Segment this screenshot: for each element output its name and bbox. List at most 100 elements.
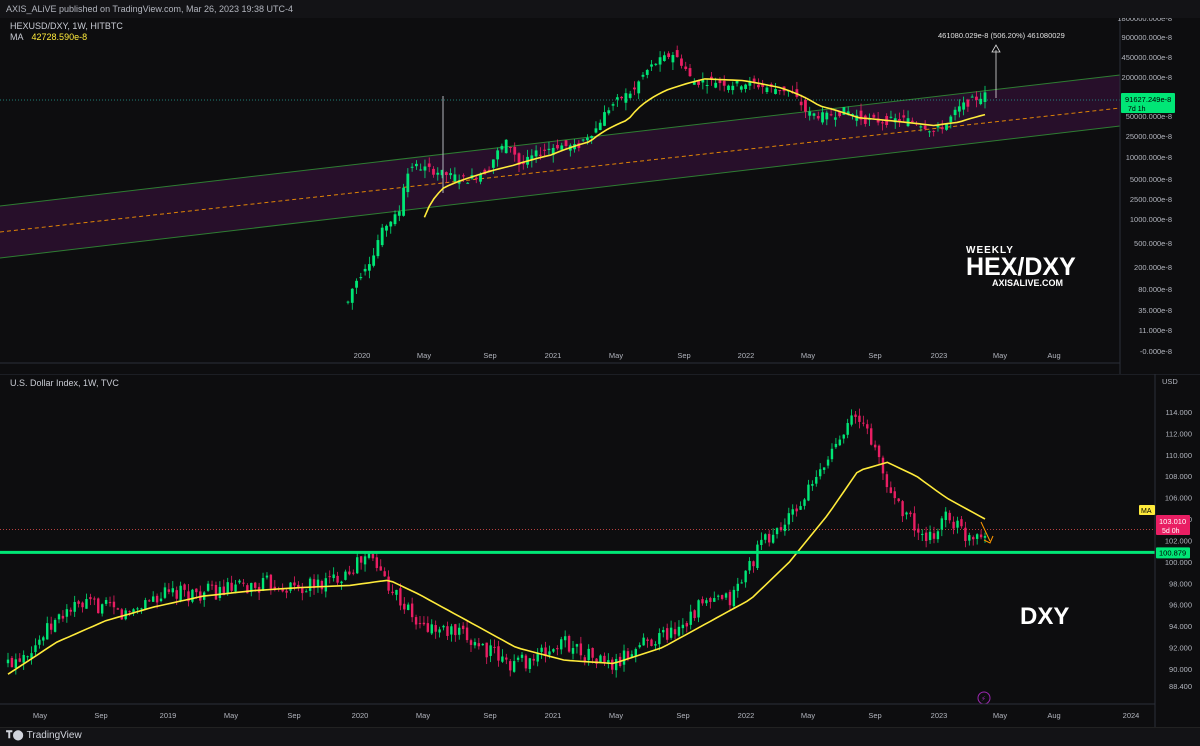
candle-body [889,487,893,494]
candle-body [383,571,386,577]
candle-body [14,659,18,668]
candle-body [964,527,967,541]
candle-body [469,640,473,645]
candle-body [53,619,57,632]
candle-body [340,581,343,584]
candle-body [611,104,615,106]
candle-body [57,614,61,620]
candle-body [528,658,532,669]
candle-body [966,99,970,107]
candle-body [688,68,692,77]
top-y-tick: 1800000.000e-8 [1117,18,1172,23]
candle-body [901,501,904,517]
candle-body [34,645,37,652]
candle-body [512,661,516,672]
candle-body [872,114,876,118]
candle-body [389,221,393,227]
bottom-background [0,374,1200,727]
top-x-tick: May [801,351,815,360]
candle-body [509,661,512,671]
candle-body [919,126,923,128]
bottom-x-tick: Sep [676,711,689,720]
candle-body [504,139,508,154]
candle-body [509,147,512,149]
candle-body [261,578,265,591]
candle-body [771,534,775,543]
candle-body [628,93,632,98]
candle-body [744,84,747,89]
candle-body [740,582,743,584]
candle-body [410,603,414,618]
candle-body [620,96,624,99]
bottom-x-tick: Sep [287,711,300,720]
lightning-glyph: ⚡ [981,695,986,703]
candle-body [795,508,798,512]
candle-body [414,617,418,625]
candle-body [803,499,806,506]
candle-body [363,268,367,272]
candle-body [646,639,649,641]
bottom-x-tick: May [33,711,47,720]
candle-body [854,414,857,417]
candle-body [10,657,14,668]
candle-body [603,112,606,126]
candle-body [367,264,371,271]
candle-body [739,86,743,90]
candle-body [889,116,893,118]
candle-body [285,590,288,593]
hex-dxy-chart[interactable]: 461080.029e-8 (506.20%) 461080029 2020 May… [0,18,1200,374]
candle-body [665,628,669,640]
candle-body [446,626,449,636]
candle-body [393,214,397,225]
dxy-chart[interactable]: ⚡ May Sep 2019 May Sep 2020 May Sep 2021 May Sep 202… [0,374,1200,727]
candle-body [100,604,104,614]
candle-body [540,647,543,652]
candle-body [532,658,535,661]
candle-body [675,50,679,58]
bottom-symbol-line: U.S. Dollar Index, 1W, TVC [10,378,119,388]
candle-body [73,602,76,612]
candle-body [391,591,394,594]
candle-body [151,596,155,602]
candle-body [543,149,547,151]
candle-body [791,509,794,515]
candle-body [355,280,358,288]
bottom-x-tick: 2019 [160,711,177,720]
candle-body [962,102,966,110]
footer-bar: 𝐓⬤ TradingView [0,727,1200,746]
candle-body [556,648,559,650]
bottom-last-price-time: 5d 0h [1162,528,1180,535]
candle-body [830,448,834,460]
ma-badge-label: MA [1141,508,1152,515]
candle-body [195,588,198,593]
candle-body [462,175,465,177]
candle-body [590,135,594,138]
top-ma-value: 42728.590e-8 [31,32,88,42]
candle-body [230,582,233,591]
top-y-tick: 35.000e-8 [1138,306,1172,315]
candle-body [493,646,496,648]
candle-body [332,574,335,579]
candle-body [944,511,947,520]
candle-body [171,588,174,593]
candle-body [881,457,885,474]
candle-body [819,469,822,477]
candle-body [924,532,928,541]
candle-body [689,611,692,625]
candle-body [85,599,88,609]
candle-body [634,649,637,657]
candle-body [822,467,826,470]
candle-body [410,166,414,168]
candle-body [833,117,837,120]
top-last-price-value: 91627.249e-8 [1125,95,1171,104]
candle-body [385,225,388,231]
candle-body [432,168,435,175]
top-x-tick: May [993,351,1007,360]
candle-body [183,584,186,590]
candle-body [140,608,143,610]
candle-body [265,575,269,578]
tradingview-brand[interactable]: 𝐓⬤ TradingView [6,730,82,741]
candle-body [972,537,975,540]
candle-body [909,512,912,515]
candle-body [778,90,782,92]
